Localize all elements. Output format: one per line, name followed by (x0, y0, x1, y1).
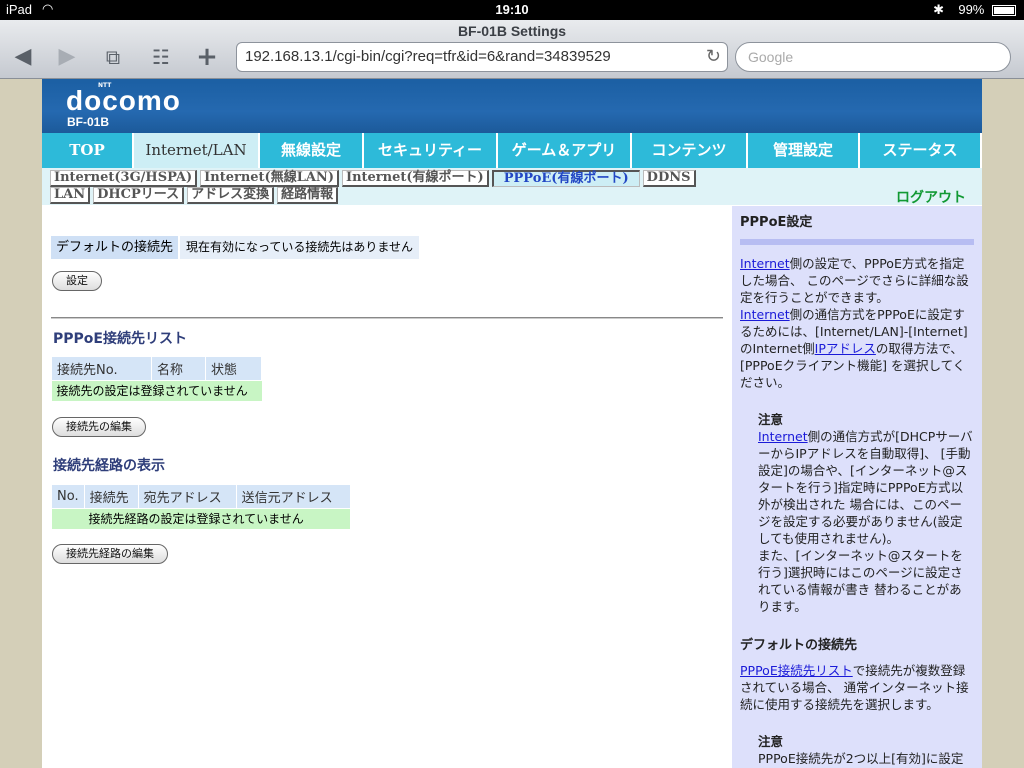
pppoe-list-link[interactable]: PPPoE接続先リスト (740, 663, 853, 678)
battery-icon (992, 5, 1016, 17)
default-connection-label: デフォルトの接続先 (51, 236, 179, 259)
tab-internet-lan[interactable]: Internet/LAN (134, 133, 260, 168)
pppoe-list-title: PPPoE接続先リスト (53, 331, 187, 347)
col-header-source: 送信元アドレス (235, 484, 351, 509)
internet-link[interactable]: Internet (758, 429, 808, 444)
tab-admin[interactable]: 管理設定 (748, 133, 860, 168)
help-note-2: 注意 PPPoE接続先が2つ以上[有効]に設定さ (740, 733, 974, 768)
col-header-route-no: No. (51, 484, 85, 509)
bookmarks-icon[interactable]: ☷ (146, 44, 176, 70)
ip-address-link[interactable]: IPアドレス (815, 341, 876, 356)
tab-status[interactable]: ステータス (860, 133, 982, 168)
logout-link[interactable]: ログアウト (896, 187, 966, 207)
search-input[interactable]: Google (735, 42, 1011, 72)
note-text: また、[インターネット@スタートを行う]選択時にはこのページに設定されている情報… (758, 548, 963, 614)
help-sidebar: PPPoE設定 Internet側の設定で、PPPoE方式を指定した場合、 この… (732, 206, 982, 768)
safari-toolbar: BF-01B Settings ◀ ▶ ⧉ ☷ + 192.168.13.1/c… (0, 20, 1024, 79)
address-bar[interactable]: 192.168.13.1/cgi-bin/cgi?req=tfr&id=6&ra… (236, 42, 728, 72)
internet-link[interactable]: Internet (740, 256, 790, 271)
window-title: BF-01B Settings (457, 23, 567, 39)
subtab-internet-wlan[interactable]: Internet(無線LAN) (200, 170, 339, 187)
sub-nav: Internet(3G/HSPA) Internet(無線LAN) Intern… (42, 168, 982, 207)
subtab-nat[interactable]: アドレス変換 (187, 187, 275, 204)
tab-games-apps[interactable]: ゲーム＆アプリ (498, 133, 632, 168)
subtab-ddns[interactable]: DDNS (642, 170, 696, 187)
set-button[interactable]: 設定 (52, 271, 102, 291)
edit-connection-button[interactable]: 接続先の編集 (52, 417, 146, 437)
table-row: 接続先経路の設定は登録されていません (51, 508, 351, 529)
table-header-row: 接続先No. 名称 状態 (51, 356, 262, 381)
help-paragraph-2: Internet側の通信方式をPPPoEに設定するためには、[Internet/… (740, 307, 968, 390)
tab-contents[interactable]: コンテンツ (632, 133, 748, 168)
web-page: NTT docomo BF-01B TOP Internet/LAN 無線設定 … (42, 79, 982, 768)
route-title: 接続先経路の表示 (53, 458, 165, 474)
help-note-1: 注意 Internet側の通信方式が[DHCPサーバーからIPアドレスを自動取得… (758, 412, 973, 614)
col-header-destination: 宛先アドレス (137, 484, 237, 509)
col-header-connection: 接続先 (83, 484, 139, 509)
subtab-dhcp-lease[interactable]: DHCPリース (93, 187, 185, 204)
col-header-name: 名称 (151, 356, 206, 381)
help-section-title: デフォルトの接続先 (740, 638, 858, 653)
default-connection-row: デフォルトの接続先 現在有効になっている接続先はありません (51, 236, 420, 259)
ios-status-bar: iPad ◠ 19:10 ✱ 99% (0, 0, 1024, 20)
bluetooth-icon: ✱ (933, 2, 944, 17)
help-title: PPPoE設定 (740, 215, 813, 230)
note-label: 注意 (758, 734, 784, 749)
table-row: 接続先の設定は登録されていません (51, 380, 262, 401)
tab-security[interactable]: セキュリティー (364, 133, 498, 168)
url-text: 192.168.13.1/cgi-bin/cgi?req=tfr&id=6&ra… (245, 48, 611, 65)
col-header-status: 状態 (205, 356, 262, 381)
internet-link[interactable]: Internet (740, 307, 790, 322)
help-paragraph-1: Internet側の設定で、PPPoE方式を指定した場合、 このページでさらに詳… (740, 256, 969, 305)
add-icon[interactable]: + (192, 44, 222, 70)
docomo-logo: docomo (66, 85, 181, 116)
table-header-row: No. 接続先 宛先アドレス 送信元アドレス (51, 484, 351, 509)
route-empty-message: 接続先経路の設定は登録されていません (51, 508, 351, 529)
main-nav: TOP Internet/LAN 無線設定 セキュリティー ゲーム＆アプリ コン… (42, 133, 982, 168)
subtab-internet-3g[interactable]: Internet(3G/HSPA) (50, 170, 198, 187)
note-label: 注意 (758, 412, 784, 427)
edit-route-button[interactable]: 接続先経路の編集 (52, 544, 168, 564)
divider (51, 317, 723, 319)
help-section-default: デフォルトの接続先 PPPoE接続先リストで接続先が複数登録されている場合、 通… (740, 637, 974, 713)
subtab-lan[interactable]: LAN (50, 187, 91, 204)
tab-top[interactable]: TOP (42, 133, 134, 168)
note-text: PPPoE接続先が2つ以上[有効]に設定さ (758, 751, 964, 766)
list-empty-message: 接続先の設定は登録されていません (51, 380, 262, 401)
default-connection-value: 現在有効になっている接続先はありません (180, 236, 420, 259)
clock: 19:10 (495, 2, 529, 17)
pppoe-list-table: 接続先No. 名称 状態 接続先の設定は登録されていません (51, 356, 262, 401)
route-table: No. 接続先 宛先アドレス 送信元アドレス 接続先経路の設定は登録されていませ… (51, 484, 351, 529)
tabs-icon[interactable]: ⧉ (98, 44, 128, 70)
search-placeholder: Google (748, 49, 794, 65)
col-header-no: 接続先No. (51, 356, 152, 381)
brand-header: NTT docomo BF-01B (42, 79, 982, 133)
tab-wireless[interactable]: 無線設定 (260, 133, 364, 168)
help-divider (740, 239, 974, 245)
subtab-pppoe[interactable]: PPPoE(有線ポート) (491, 170, 640, 187)
battery-indicator: 99% (958, 2, 1016, 17)
model-name: BF-01B (67, 115, 110, 129)
forward-arrow-icon[interactable]: ▶ (52, 44, 82, 70)
subtab-internet-wired[interactable]: Internet(有線ポート) (341, 170, 489, 187)
subtab-routing[interactable]: 経路情報 (277, 187, 339, 204)
battery-percent: 99% (958, 2, 985, 17)
reload-icon[interactable]: ↻ (706, 46, 721, 67)
back-arrow-icon[interactable]: ◀ (8, 44, 38, 70)
